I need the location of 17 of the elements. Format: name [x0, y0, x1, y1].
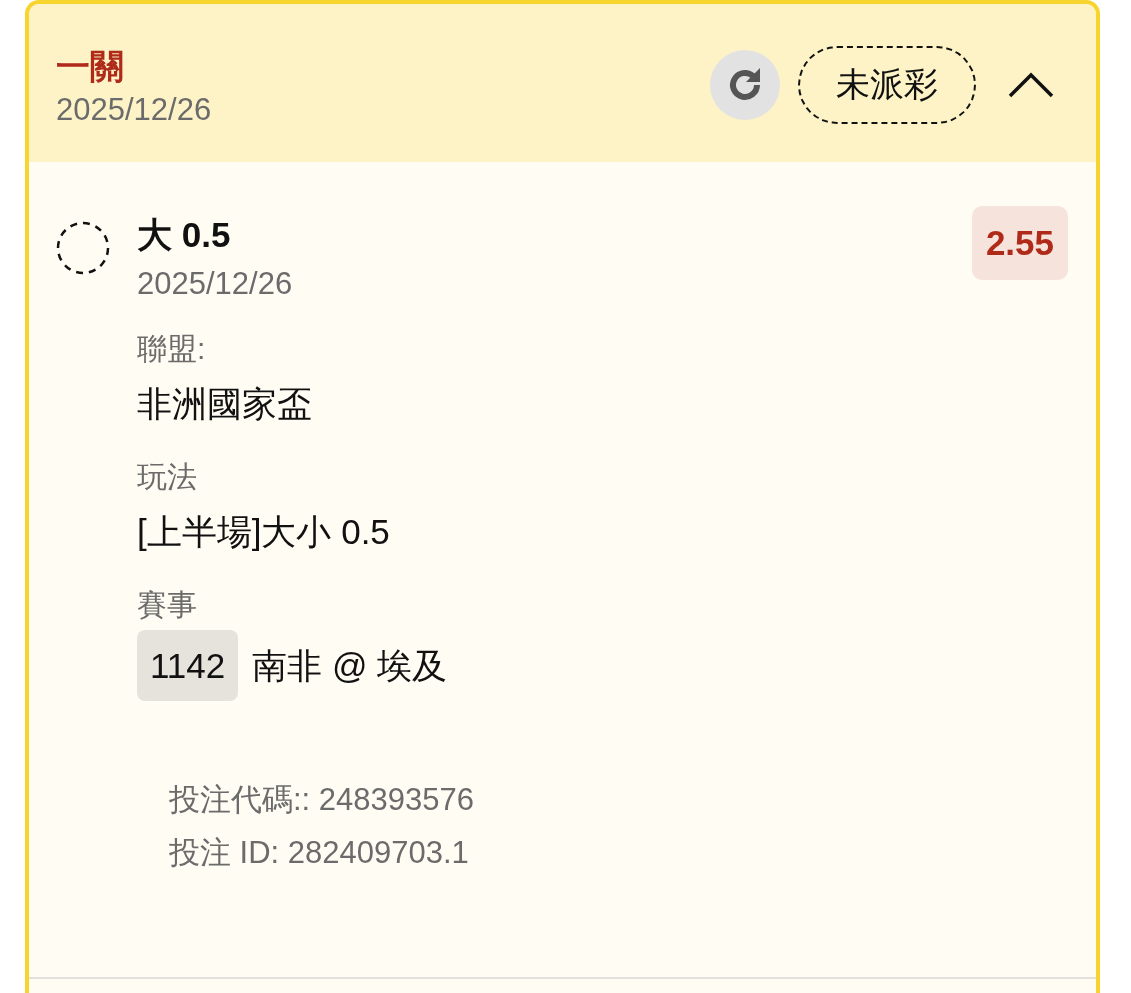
selection-name: 大 0.5 — [137, 214, 232, 256]
match-teams: 南非 @ 埃及 — [252, 644, 448, 687]
field-value: 非洲國家盃 — [137, 383, 313, 425]
bet-type-title: 一關 — [56, 46, 125, 87]
chevron-icon[interactable] — [1006, 70, 1056, 100]
field-label: 賽事 — [137, 587, 198, 623]
field-label: 玩法 — [137, 459, 198, 495]
field-label: 聯盟: — [137, 331, 207, 367]
status-badge: 未派彩 — [798, 46, 976, 124]
selection-checkbox[interactable] — [55, 220, 111, 276]
bet-date: 2025/12/26 — [56, 91, 212, 129]
field-value: [上半場]大小 0.5 — [137, 511, 391, 553]
odds-badge: 2.55 — [971, 206, 1068, 280]
match-code-badge: 1142 — [137, 630, 239, 701]
selection-date: 2025/12/26 — [137, 265, 294, 303]
bet-id-text: 投注代碼:: 248393576 — [169, 781, 475, 819]
bet-id-text: 投注 ID: 282409703.1 — [169, 834, 470, 872]
